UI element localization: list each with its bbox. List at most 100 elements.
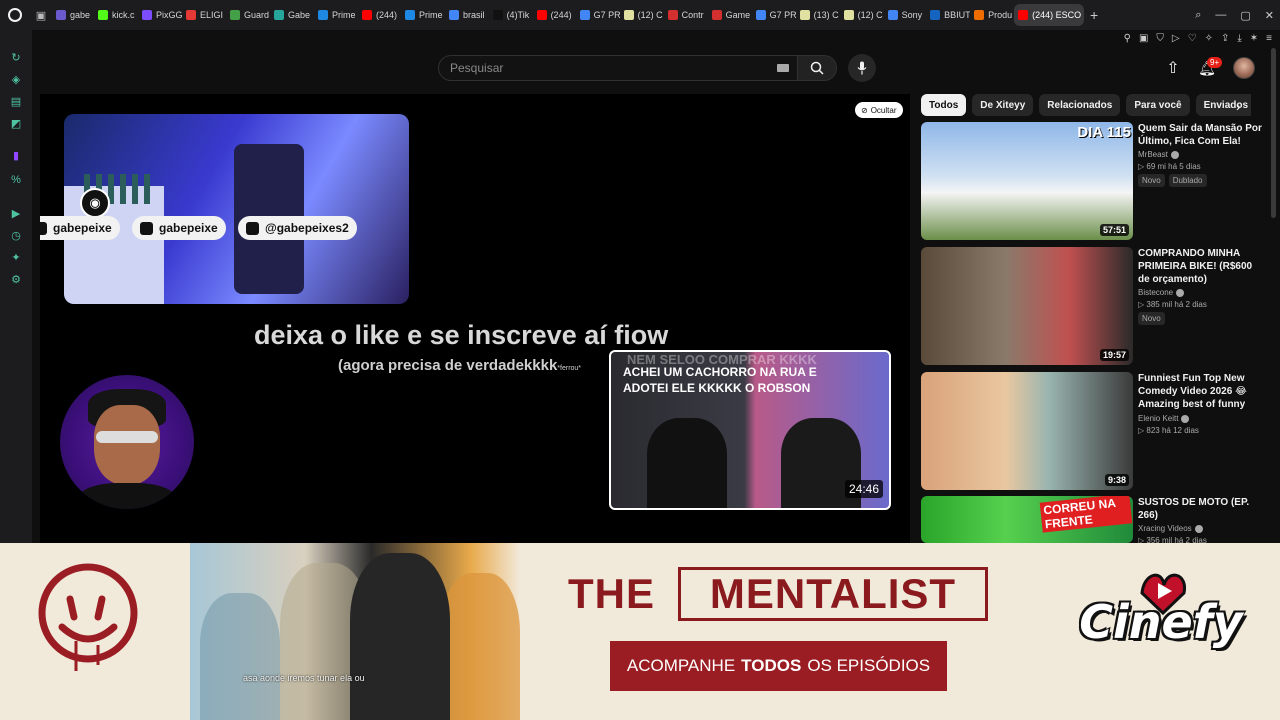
chevron-right-icon[interactable]: ›: [1236, 98, 1241, 114]
hide-overlay-button[interactable]: ⊘ Ocultar: [855, 102, 903, 118]
download-icon[interactable]: ⤓: [1237, 33, 1241, 44]
channel-name[interactable]: Xracing Videos: [1138, 524, 1262, 533]
search-input[interactable]: [450, 61, 750, 75]
heart-icon[interactable]: ♡: [1188, 33, 1197, 44]
browser-tab[interactable]: Prime: [401, 4, 445, 26]
tab-label: Prime: [332, 10, 356, 20]
video-title[interactable]: Funniest Fun Top New Comedy Video 2026 😂…: [1138, 372, 1262, 412]
video-player[interactable]: ◉ gabepeixe gabepeixe @gabepeixes2 deixa…: [40, 94, 910, 543]
play-icon[interactable]: ▷: [1172, 33, 1180, 44]
browser-tab[interactable]: (244): [358, 4, 401, 26]
filter-chip[interactable]: Para você: [1126, 94, 1190, 116]
filter-chip[interactable]: De Xiteyy: [972, 94, 1034, 116]
aria-icon[interactable]: ◈: [10, 74, 22, 86]
recommendation-item[interactable]: CORREU NA FRENTE SUSTOS DE MOTO (EP. 266)…: [921, 496, 1262, 561]
cta-bold: TODOS: [741, 656, 802, 675]
tab-overview-icon[interactable]: ▣: [30, 0, 52, 30]
video-thumbnail[interactable]: DIA 115 57:51: [921, 122, 1133, 240]
keyboard-icon[interactable]: [777, 64, 789, 72]
browser-tab[interactable]: Guard: [226, 4, 270, 26]
browser-tab[interactable]: PixGG: [138, 4, 182, 26]
video-title[interactable]: SUSTOS DE MOTO (EP. 266): [1138, 496, 1262, 522]
wallet-icon[interactable]: ▤: [10, 96, 22, 108]
browser-tab[interactable]: Prime: [314, 4, 358, 26]
browser-tab[interactable]: gabe: [52, 4, 94, 26]
search-tabs-icon[interactable]: ⌕: [1195, 9, 1201, 22]
messenger-icon[interactable]: ◩: [10, 118, 22, 130]
voice-search-button[interactable]: [848, 54, 876, 82]
search-button[interactable]: [797, 55, 837, 81]
view-count: 823: [1146, 426, 1160, 435]
maximize-icon[interactable]: ▢: [1240, 9, 1250, 22]
tab-favicon-icon: [56, 10, 66, 20]
recommendation-item[interactable]: 19:57 COMPRANDO MINHA PRIMEIRA BIKE! (R$6…: [921, 247, 1261, 365]
close-icon[interactable]: ✕: [1265, 9, 1274, 22]
tab-favicon-icon: [755, 10, 766, 20]
view-count: 385 mil: [1146, 300, 1173, 309]
browser-tab[interactable]: BBIUT: [926, 4, 970, 26]
banner-ad[interactable]: asa aonde iremos tunar ela ou THE MENTAL…: [0, 543, 1280, 720]
snapshot-icon[interactable]: ▣: [1139, 33, 1148, 44]
settings-icon[interactable]: ⚙: [10, 274, 22, 286]
minimize-icon[interactable]: —: [1215, 9, 1226, 21]
new-tab-button[interactable]: +: [1084, 7, 1104, 23]
browser-tab-bar: ▣ gabe kick.c PixGG ELIGI Guard Gabe Prime (244…: [0, 0, 1280, 30]
browser-tab[interactable]: Produ: [970, 4, 1014, 26]
browser-tab[interactable]: ELIGI: [182, 4, 226, 26]
opera-logo-icon[interactable]: [0, 0, 30, 30]
channel-name[interactable]: MrBeast: [1138, 150, 1262, 159]
recommendation-item[interactable]: DIA 115 57:51 Quem Sair da Mansão Por Últi…: [921, 122, 1262, 240]
menu-icon[interactable]: ≡: [1266, 33, 1272, 44]
browser-tab[interactable]: kick.c: [94, 4, 138, 26]
video-badge: Dublado: [1168, 174, 1207, 187]
browser-tab[interactable]: Contr: [664, 4, 708, 26]
channel-name[interactable]: Elenio Keitt: [1138, 414, 1262, 423]
extensions-icon[interactable]: ✦: [10, 252, 22, 264]
browser-tab[interactable]: (12) C: [840, 4, 884, 26]
browser-tab[interactable]: (12) C: [620, 4, 664, 26]
pin-icon[interactable]: ⚲: [1124, 33, 1131, 44]
banner-cta-button[interactable]: ACOMPANHE TODOS OS EPISÓDIOS: [610, 641, 947, 691]
ai-icon[interactable]: ✶: [1250, 33, 1258, 44]
browser-tab[interactable]: Sony: [884, 4, 927, 26]
channel-name[interactable]: Bistecone: [1138, 288, 1262, 297]
video-thumbnail[interactable]: 9:38: [921, 372, 1133, 490]
endcard-person-left: [647, 418, 727, 508]
upload-age: há 2 dias: [1174, 300, 1207, 309]
browser-tab[interactable]: G7 PR: [752, 4, 796, 26]
filter-chip[interactable]: Todos: [921, 94, 967, 116]
twitch-icon[interactable]: ▮: [10, 150, 22, 162]
browser-tab[interactable]: Game: [708, 4, 752, 26]
tab-strip: gabe kick.c PixGG ELIGI Guard Gabe Prime (244) P…: [52, 0, 1085, 30]
browser-tab[interactable]: brasil: [445, 4, 489, 26]
puzzle-icon[interactable]: ✧: [1205, 33, 1213, 44]
browser-tab[interactable]: (4)Tik: [489, 4, 533, 26]
history-icon[interactable]: ↻: [10, 52, 22, 64]
endscreen-video-card[interactable]: NEM SELOO COMPRAR KKKK ACHEI UM CACHORRO…: [609, 350, 891, 510]
recommendation-item[interactable]: 9:38 Funniest Fun Top New Comedy Video 20…: [921, 372, 1261, 490]
filter-chip[interactable]: Relacionados: [1039, 94, 1121, 116]
scrollbar[interactable]: [1271, 48, 1276, 218]
tab-favicon-icon: [274, 10, 285, 20]
create-icon[interactable]: ⇧: [1162, 57, 1184, 79]
player-icon[interactable]: ▶: [10, 208, 22, 220]
account-avatar[interactable]: [1233, 57, 1255, 79]
video-title[interactable]: COMPRANDO MINHA PRIMEIRA BIKE! (R$600 de…: [1138, 247, 1262, 286]
browser-tab[interactable]: (244): [533, 4, 576, 26]
browser-tab-active[interactable]: (244) ESCO: [1014, 4, 1085, 26]
youtube-icon: [40, 221, 47, 235]
browser-tab[interactable]: (13) C: [796, 4, 840, 26]
video-title[interactable]: Quem Sair da Mansão Por Último, Fica Com…: [1138, 122, 1262, 148]
shield-icon[interactable]: ⛉: [1156, 33, 1164, 44]
video-thumbnail[interactable]: 19:57: [921, 247, 1133, 365]
video-thumbnail[interactable]: CORREU NA FRENTE: [921, 496, 1133, 543]
filter-chip[interactable]: Enviados recentemente: [1195, 94, 1251, 116]
browser-tab[interactable]: G7 PR: [576, 4, 620, 26]
share-icon[interactable]: ⇪: [1221, 33, 1229, 44]
tab-favicon-icon: [623, 10, 634, 20]
view-count: 69 mi: [1146, 162, 1166, 171]
percent-icon[interactable]: %: [10, 174, 22, 186]
clock-icon[interactable]: ◷: [10, 230, 22, 242]
browser-tab[interactable]: Gabe: [270, 4, 314, 26]
cartoon-glasses: [96, 431, 158, 443]
